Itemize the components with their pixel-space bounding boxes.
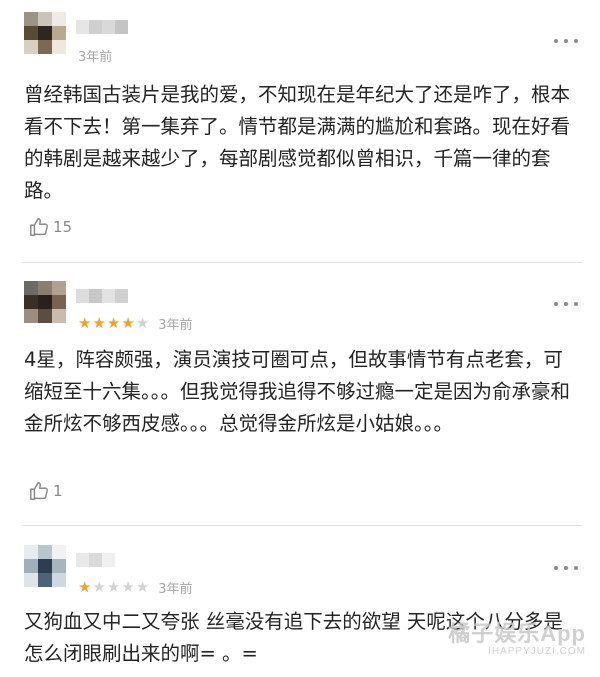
more-dots-icon <box>554 302 558 306</box>
thumbs-up-icon <box>30 482 48 500</box>
review-time: 3年前 <box>78 49 113 65</box>
review-meta: ★ ★ ★ ★ ★ 3年前 <box>78 314 193 333</box>
avatar-pixel <box>52 12 66 26</box>
avatar-pixel <box>24 309 38 323</box>
avatar[interactable] <box>24 12 66 54</box>
avatar-pixel <box>24 26 38 40</box>
username-pixel <box>89 553 102 567</box>
username-pixel <box>102 20 115 34</box>
review-text: 曾经韩国古装片是我的爱，不知现在是年纪大了还是咋了，根本看不下去！第一集弃了。情… <box>24 83 571 202</box>
watermark-main: 橘子娱乐App <box>448 621 586 646</box>
star-filled-icon: ★ <box>106 314 121 332</box>
avatar-pixel <box>52 545 66 559</box>
avatar-pixel <box>24 281 38 295</box>
avatar-pixel <box>38 559 52 573</box>
avatar-pixel <box>24 12 38 26</box>
like-button[interactable]: 1 <box>28 479 63 503</box>
star-filled-icon: ★ <box>92 314 106 332</box>
star-empty-icon: ★ <box>135 578 150 596</box>
avatar-pixel <box>52 559 66 573</box>
avatar-pixel <box>52 309 66 323</box>
username-pixel <box>102 553 115 567</box>
username-pixel <box>76 553 89 567</box>
review-meta: 3年前 <box>78 46 113 65</box>
username-pixel <box>76 20 89 34</box>
avatar-pixel <box>24 295 38 309</box>
star-rating: ★ ★ ★ ★ ★ <box>78 315 150 331</box>
star-empty-icon: ★ <box>92 578 106 596</box>
star-rating: ★ ★ ★ ★ ★ <box>78 579 150 595</box>
username-pixel <box>115 289 128 303</box>
more-options-button[interactable] <box>554 297 578 311</box>
avatar-pixel <box>38 12 52 26</box>
more-options-button[interactable] <box>554 34 578 48</box>
review-time: 3年前 <box>158 317 193 333</box>
more-options-button[interactable] <box>554 561 578 575</box>
avatar-pixel <box>52 281 66 295</box>
avatar-pixel <box>38 26 52 40</box>
avatar-pixel <box>24 559 38 573</box>
review-time: 3年前 <box>158 581 193 597</box>
avatar-pixel <box>52 295 66 309</box>
avatar-pixel <box>24 545 38 559</box>
divider <box>22 262 582 263</box>
avatar-pixel <box>38 40 52 54</box>
star-empty-icon: ★ <box>106 578 121 596</box>
avatar-pixel <box>38 573 52 587</box>
username-pixel <box>102 289 115 303</box>
avatar-pixel <box>24 40 38 54</box>
avatar-pixel <box>38 295 52 309</box>
like-count: 1 <box>53 482 63 500</box>
divider <box>22 525 582 526</box>
username-blurred[interactable] <box>76 553 128 567</box>
username-pixel <box>89 289 102 303</box>
review-meta: ★ ★ ★ ★ ★ 3年前 <box>78 578 193 597</box>
more-dots-icon <box>554 566 558 570</box>
star-empty-icon: ★ <box>135 314 150 332</box>
more-dots-icon <box>554 39 558 43</box>
star-filled-icon: ★ <box>78 578 92 596</box>
like-button[interactable]: 15 <box>28 215 72 239</box>
watermark-logo: 橘子娱乐App IHAPPYJUZI.COM <box>448 616 586 657</box>
avatar[interactable] <box>24 545 66 587</box>
avatar-pixel <box>38 545 52 559</box>
star-filled-icon: ★ <box>78 314 92 332</box>
avatar-pixel <box>24 573 38 587</box>
avatar[interactable] <box>24 281 66 323</box>
username-pixel <box>115 20 128 34</box>
username-blurred[interactable] <box>76 20 128 34</box>
like-count: 15 <box>53 218 73 236</box>
username-pixel <box>89 20 102 34</box>
star-empty-icon: ★ <box>121 578 135 596</box>
review-text: 4星，阵容颇强，演员演技可圈可点，但故事情节有点老套，可缩短至十六集。。。但我觉… <box>24 348 571 435</box>
avatar-pixel <box>52 26 66 40</box>
avatar-pixel <box>52 573 66 587</box>
username-pixel <box>115 553 128 567</box>
thumbs-up-icon <box>30 218 48 236</box>
username-blurred[interactable] <box>76 289 128 303</box>
avatar-pixel <box>38 281 52 295</box>
avatar-pixel <box>52 40 66 54</box>
star-filled-icon: ★ <box>121 314 135 332</box>
username-pixel <box>76 289 89 303</box>
avatar-pixel <box>38 309 52 323</box>
